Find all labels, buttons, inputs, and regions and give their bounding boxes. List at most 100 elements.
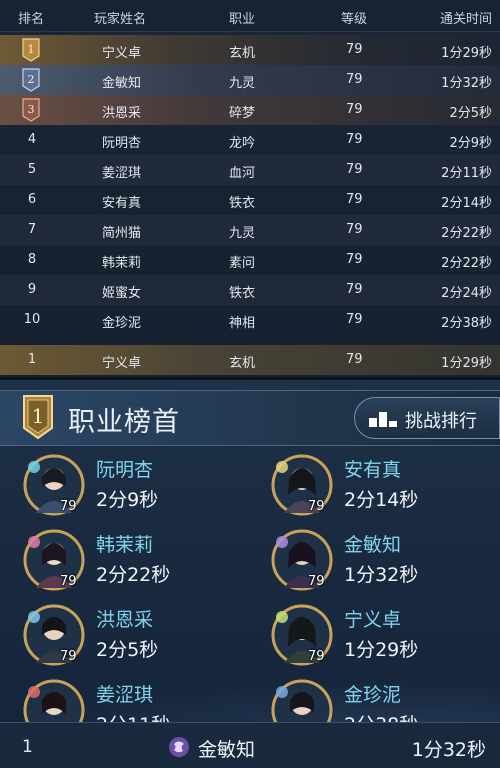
card-level: 79 [308, 574, 325, 589]
leader-card[interactable]: 79 洪恩采 2分5秒 [22, 603, 252, 675]
leader-card[interactable]: 79 宁义卓 1分29秒 [270, 603, 500, 675]
table-row[interactable]: 4 阮明杏 龙吟 79 2分9秒 [0, 125, 500, 155]
table-row[interactable]: 10 金珍泥 神相 79 2分38秒 [0, 305, 500, 335]
player-job: 铁衣 [229, 196, 256, 211]
player-name: 姜涩琪 [102, 166, 142, 181]
my-rank-number: 1 [27, 352, 37, 367]
card-level: 79 [60, 499, 77, 514]
player-job: 九灵 [229, 76, 256, 91]
rank-number: 5 [27, 162, 37, 177]
bronze-medal-icon: 3 [22, 98, 40, 122]
rank-badge-icon: 1 [23, 395, 53, 440]
card-name: 金敏知 [344, 534, 402, 556]
card-level: 79 [308, 649, 325, 664]
player-job: 九灵 [229, 226, 256, 241]
leader-card[interactable]: 79 韩茉莉 2分22秒 [22, 528, 252, 600]
player-job: 碎梦 [229, 106, 256, 121]
table-row[interactable]: 6 安有真 铁衣 79 2分14秒 [0, 185, 500, 215]
player-level: 79 [346, 282, 363, 297]
player-level: 79 [346, 72, 363, 87]
player-job: 铁衣 [229, 286, 256, 301]
rank-number: 10 [23, 312, 41, 327]
card-level: 79 [60, 574, 77, 589]
my-class-rank-bar[interactable]: 1 金敏知 1分32秒 [0, 722, 500, 768]
player-level: 79 [346, 252, 363, 267]
table-row[interactable]: 1 宁义卓 玄机 79 1分29秒 [0, 35, 500, 65]
header-name: 玩家姓名 [94, 12, 147, 27]
clear-time: 2分38秒 [441, 316, 492, 331]
leader-card[interactable]: 79 阮明杏 2分9秒 [22, 453, 252, 525]
player-name: 姬蜜女 [102, 286, 142, 301]
card-name: 宁义卓 [344, 609, 402, 631]
challenge-ranking-button[interactable]: 挑战排行 [354, 397, 500, 439]
card-time: 1分32秒 [344, 564, 419, 586]
rank-number: 4 [27, 132, 37, 147]
card-name: 韩茉莉 [96, 534, 154, 556]
player-job: 龙吟 [229, 136, 256, 151]
rank-number: 8 [27, 252, 37, 267]
header-job: 职业 [229, 12, 256, 27]
player-level: 79 [346, 192, 363, 207]
player-name: 金珍泥 [102, 316, 142, 331]
rank-number: 9 [27, 282, 37, 297]
medal-rank: 2 [28, 73, 35, 86]
clear-time: 2分5秒 [449, 106, 492, 121]
table-row[interactable]: 5 姜涩琪 血河 79 2分11秒 [0, 155, 500, 185]
medal-rank: 3 [28, 103, 35, 116]
my-player-job: 玄机 [229, 356, 256, 371]
gold-medal-icon: 1 [22, 38, 40, 62]
player-level: 79 [346, 42, 363, 57]
header-rank: 排名 [18, 12, 45, 27]
player-name: 洪恩采 [102, 106, 142, 121]
clear-time: 1分29秒 [441, 46, 492, 61]
leader-card[interactable]: 79 金敏知 1分32秒 [270, 528, 500, 600]
player-name: 安有真 [102, 196, 142, 211]
clear-time: 2分24秒 [441, 286, 492, 301]
player-name: 阮明杏 [102, 136, 142, 151]
player-name: 宁义卓 [102, 46, 142, 61]
class-leaders-panel: 1 职业榜首 挑战排行 79 阮明杏 2分9秒 79 安有真 2分14秒 79 … [0, 377, 500, 768]
class-emblem-icon [169, 737, 189, 757]
table-row[interactable]: 7 简州猫 九灵 79 2分22秒 [0, 215, 500, 245]
player-job: 神相 [229, 316, 256, 331]
my-rank-row[interactable]: 1 宁义卓 玄机 79 1分29秒 [0, 345, 500, 375]
player-level: 79 [346, 102, 363, 117]
card-time: 2分9秒 [96, 489, 159, 511]
leader-card[interactable]: 79 安有真 2分14秒 [270, 453, 500, 525]
podium-icon [369, 412, 397, 427]
header-level: 等级 [341, 12, 368, 27]
clear-time: 1分32秒 [441, 76, 492, 91]
card-name: 安有真 [344, 459, 402, 481]
card-level: 79 [308, 499, 325, 514]
table-row[interactable]: 8 韩茉莉 素问 79 2分22秒 [0, 245, 500, 275]
player-level: 79 [346, 132, 363, 147]
table-row[interactable]: 2 金敏知 九灵 79 1分32秒 [0, 65, 500, 95]
player-job: 血河 [229, 166, 256, 181]
silver-medal-icon: 2 [22, 68, 40, 92]
my-player-level: 79 [346, 352, 363, 367]
player-name: 简州猫 [102, 226, 142, 241]
rank-number: 7 [27, 222, 37, 237]
table-header: 排名 玩家姓名 职业 等级 通关时间 [0, 0, 500, 32]
card-time: 1分29秒 [344, 639, 419, 661]
rank-number: 6 [27, 192, 37, 207]
challenge-ranking-label: 挑战排行 [405, 411, 477, 432]
table-row[interactable]: 3 洪恩采 碎梦 79 2分5秒 [0, 95, 500, 125]
table-row[interactable]: 9 姬蜜女 铁衣 79 2分24秒 [0, 275, 500, 305]
player-job: 玄机 [229, 46, 256, 61]
my-class-rank: 1 [22, 737, 33, 757]
card-name: 阮明杏 [96, 459, 154, 481]
clear-time: 2分11秒 [441, 166, 492, 181]
medal-rank: 1 [28, 43, 35, 56]
card-time: 2分22秒 [96, 564, 171, 586]
panel-banner: 1 职业榜首 挑战排行 [0, 390, 500, 446]
my-clear-time: 1分29秒 [441, 356, 492, 371]
player-level: 79 [346, 222, 363, 237]
player-job: 素问 [229, 256, 256, 271]
player-level: 79 [346, 312, 363, 327]
player-level: 79 [346, 162, 363, 177]
clear-time: 2分22秒 [441, 226, 492, 241]
my-class-name: 金敏知 [198, 739, 256, 761]
player-name: 韩茉莉 [102, 256, 142, 271]
panel-title: 职业榜首 [68, 407, 180, 438]
